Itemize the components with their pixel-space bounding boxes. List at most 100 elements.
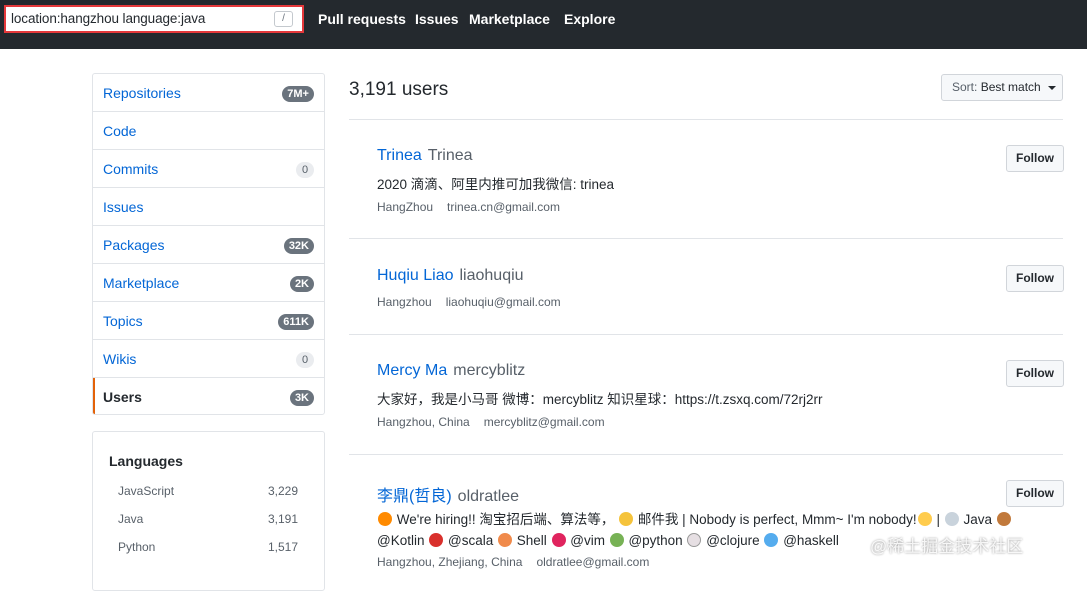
user-meta: Hangzhou liaohuqiu@gmail.com [377,295,561,309]
divider [349,238,1063,239]
menu-item-label: Users [103,389,142,405]
search-type-menu: Repositories 7M+ Code Commits 0 Issues P… [92,73,325,415]
snake-emoji-icon [609,533,624,547]
menu-item-label: Repositories [103,85,181,101]
language-filter-python[interactable]: Python 1,517 [118,540,298,558]
nav-explore[interactable]: Explore [564,11,615,27]
user-name-link[interactable]: 李鼎(哲良) [377,488,452,505]
menu-item-packages[interactable]: Packages 32K [93,226,324,264]
smile-emoji-icon [917,512,932,526]
language-count: 1,517 [267,540,298,554]
menu-item-marketplace[interactable]: Marketplace 2K [93,264,324,302]
user-login: oldratlee [457,488,520,505]
count-badge: 2K [289,276,314,292]
heart-emoji-icon [551,533,566,547]
menu-item-label: Issues [103,199,144,215]
languages-title: Languages [109,453,183,469]
language-count: 3,229 [267,484,298,498]
user-email: mercyblitz@gmail.com [483,415,605,429]
search-input[interactable]: location:hangzhou language:java / [4,5,304,33]
bio-text: We're hiring!! 淘宝招后端、算法等， [393,512,619,527]
nav-marketplace[interactable]: Marketplace [469,11,550,27]
languages-filter: Languages JavaScript 3,229 Java 3,191 Py… [92,431,325,591]
count-badge: 0 [296,352,314,368]
menu-item-label: Packages [103,237,165,253]
count-badge: 7M+ [282,86,314,102]
follow-button[interactable]: Follow [1006,360,1064,387]
user-meta: Hangzhou, China mercyblitz@gmail.com [377,415,605,429]
user-login: liaohuqiu [459,267,524,284]
user-bio: 2020 滴滴、阿里内推可加我微信: trinea [377,177,615,192]
user-meta: Hangzhou, Zhejiang, China oldratlee@gmail… [377,555,649,569]
user-name-link[interactable]: Trinea [377,147,422,164]
language-filter-javascript[interactable]: JavaScript 3,229 [118,484,298,502]
user-location: Hangzhou, China [377,415,470,429]
user-name-link[interactable]: Mercy Ma [377,362,447,379]
count-badge: 611K [278,314,314,330]
menu-item-users[interactable]: Users 3K [93,378,324,414]
divider [349,454,1063,455]
coffee-emoji-icon [944,512,959,526]
user-email: oldratlee@gmail.com [536,555,650,569]
menu-item-label: Marketplace [103,275,180,291]
watermark: @稀土掘金技术社区 [870,537,1024,556]
menu-item-issues[interactable]: Issues [93,188,324,226]
user-email: liaohuqiu@gmail.com [445,295,561,309]
menu-item-code[interactable]: Code [93,112,324,150]
top-navigation-bar: location:hangzhou language:java / Pull r… [0,0,1087,49]
language-filter-java[interactable]: Java 3,191 [118,512,298,530]
donut-emoji-icon [996,512,1011,526]
bio-text: @clojure [702,533,764,548]
user-bio: 大家好，我是小马哥 微博：mercyblitz 知识星球：https://t.z… [377,392,823,407]
bio-text: 邮件我 | Nobody is perfect, Mmm~ I'm nobody… [634,512,917,527]
bio-text: @vim [566,533,609,548]
language-count: 3,191 [267,512,298,526]
no-under-18-emoji-icon [429,533,444,547]
sort-prefix: Sort: [952,80,978,94]
follow-button[interactable]: Follow [1006,265,1064,292]
menu-item-label: Topics [103,313,143,329]
menu-item-topics[interactable]: Topics 611K [93,302,324,340]
bio-text: | [932,512,944,527]
menu-item-label: Wikis [103,351,137,367]
fire-emoji-icon [378,512,392,526]
follow-button[interactable]: Follow [1006,480,1064,507]
keyboard-shortcut-hint: / [274,11,293,27]
bio-text: @python [624,533,687,548]
caret-down-icon [1048,85,1057,90]
shell-emoji-icon [497,533,512,547]
results-count-title: 3,191 users [349,79,449,100]
divider [349,119,1063,120]
user-login: Trinea [427,147,473,164]
user-meta: HangZhou trinea.cn@gmail.com [377,200,560,214]
search-query-text: location:hangzhou language:java [11,11,206,26]
user-location: Hangzhou, Zhejiang, China [377,555,523,569]
bio-text: Java [959,512,996,527]
menu-item-repositories[interactable]: Repositories 7M+ [93,74,324,112]
menu-item-wikis[interactable]: Wikis 0 [93,340,324,378]
count-badge: 0 [296,162,314,178]
user-location: Hangzhou [377,295,432,309]
nav-issues[interactable]: Issues [415,11,459,27]
sort-value: Best match [980,80,1041,94]
divider [349,334,1063,335]
menu-item-commits[interactable]: Commits 0 [93,150,324,188]
bio-text: @haskell [779,533,839,548]
bio-text: Shell [512,533,551,548]
circle-emoji-icon [687,533,702,547]
menu-item-label: Commits [103,161,159,177]
language-name: Python [118,540,156,554]
user-name-link[interactable]: Huqiu Liao [377,267,454,284]
user-location: HangZhou [377,200,434,214]
hand-emoji-icon [619,512,634,526]
follow-button[interactable]: Follow [1006,145,1064,172]
count-badge: 3K [289,390,314,406]
user-email: trinea.cn@gmail.com [447,200,560,214]
user-login: mercyblitz [453,362,526,379]
menu-item-label: Code [103,123,137,139]
sort-dropdown[interactable]: Sort: Best match [941,74,1063,101]
language-name: JavaScript [118,484,175,498]
bio-text: @Kotlin [377,533,429,548]
nav-pull-requests[interactable]: Pull requests [318,11,406,27]
diamond-emoji-icon [764,533,779,547]
